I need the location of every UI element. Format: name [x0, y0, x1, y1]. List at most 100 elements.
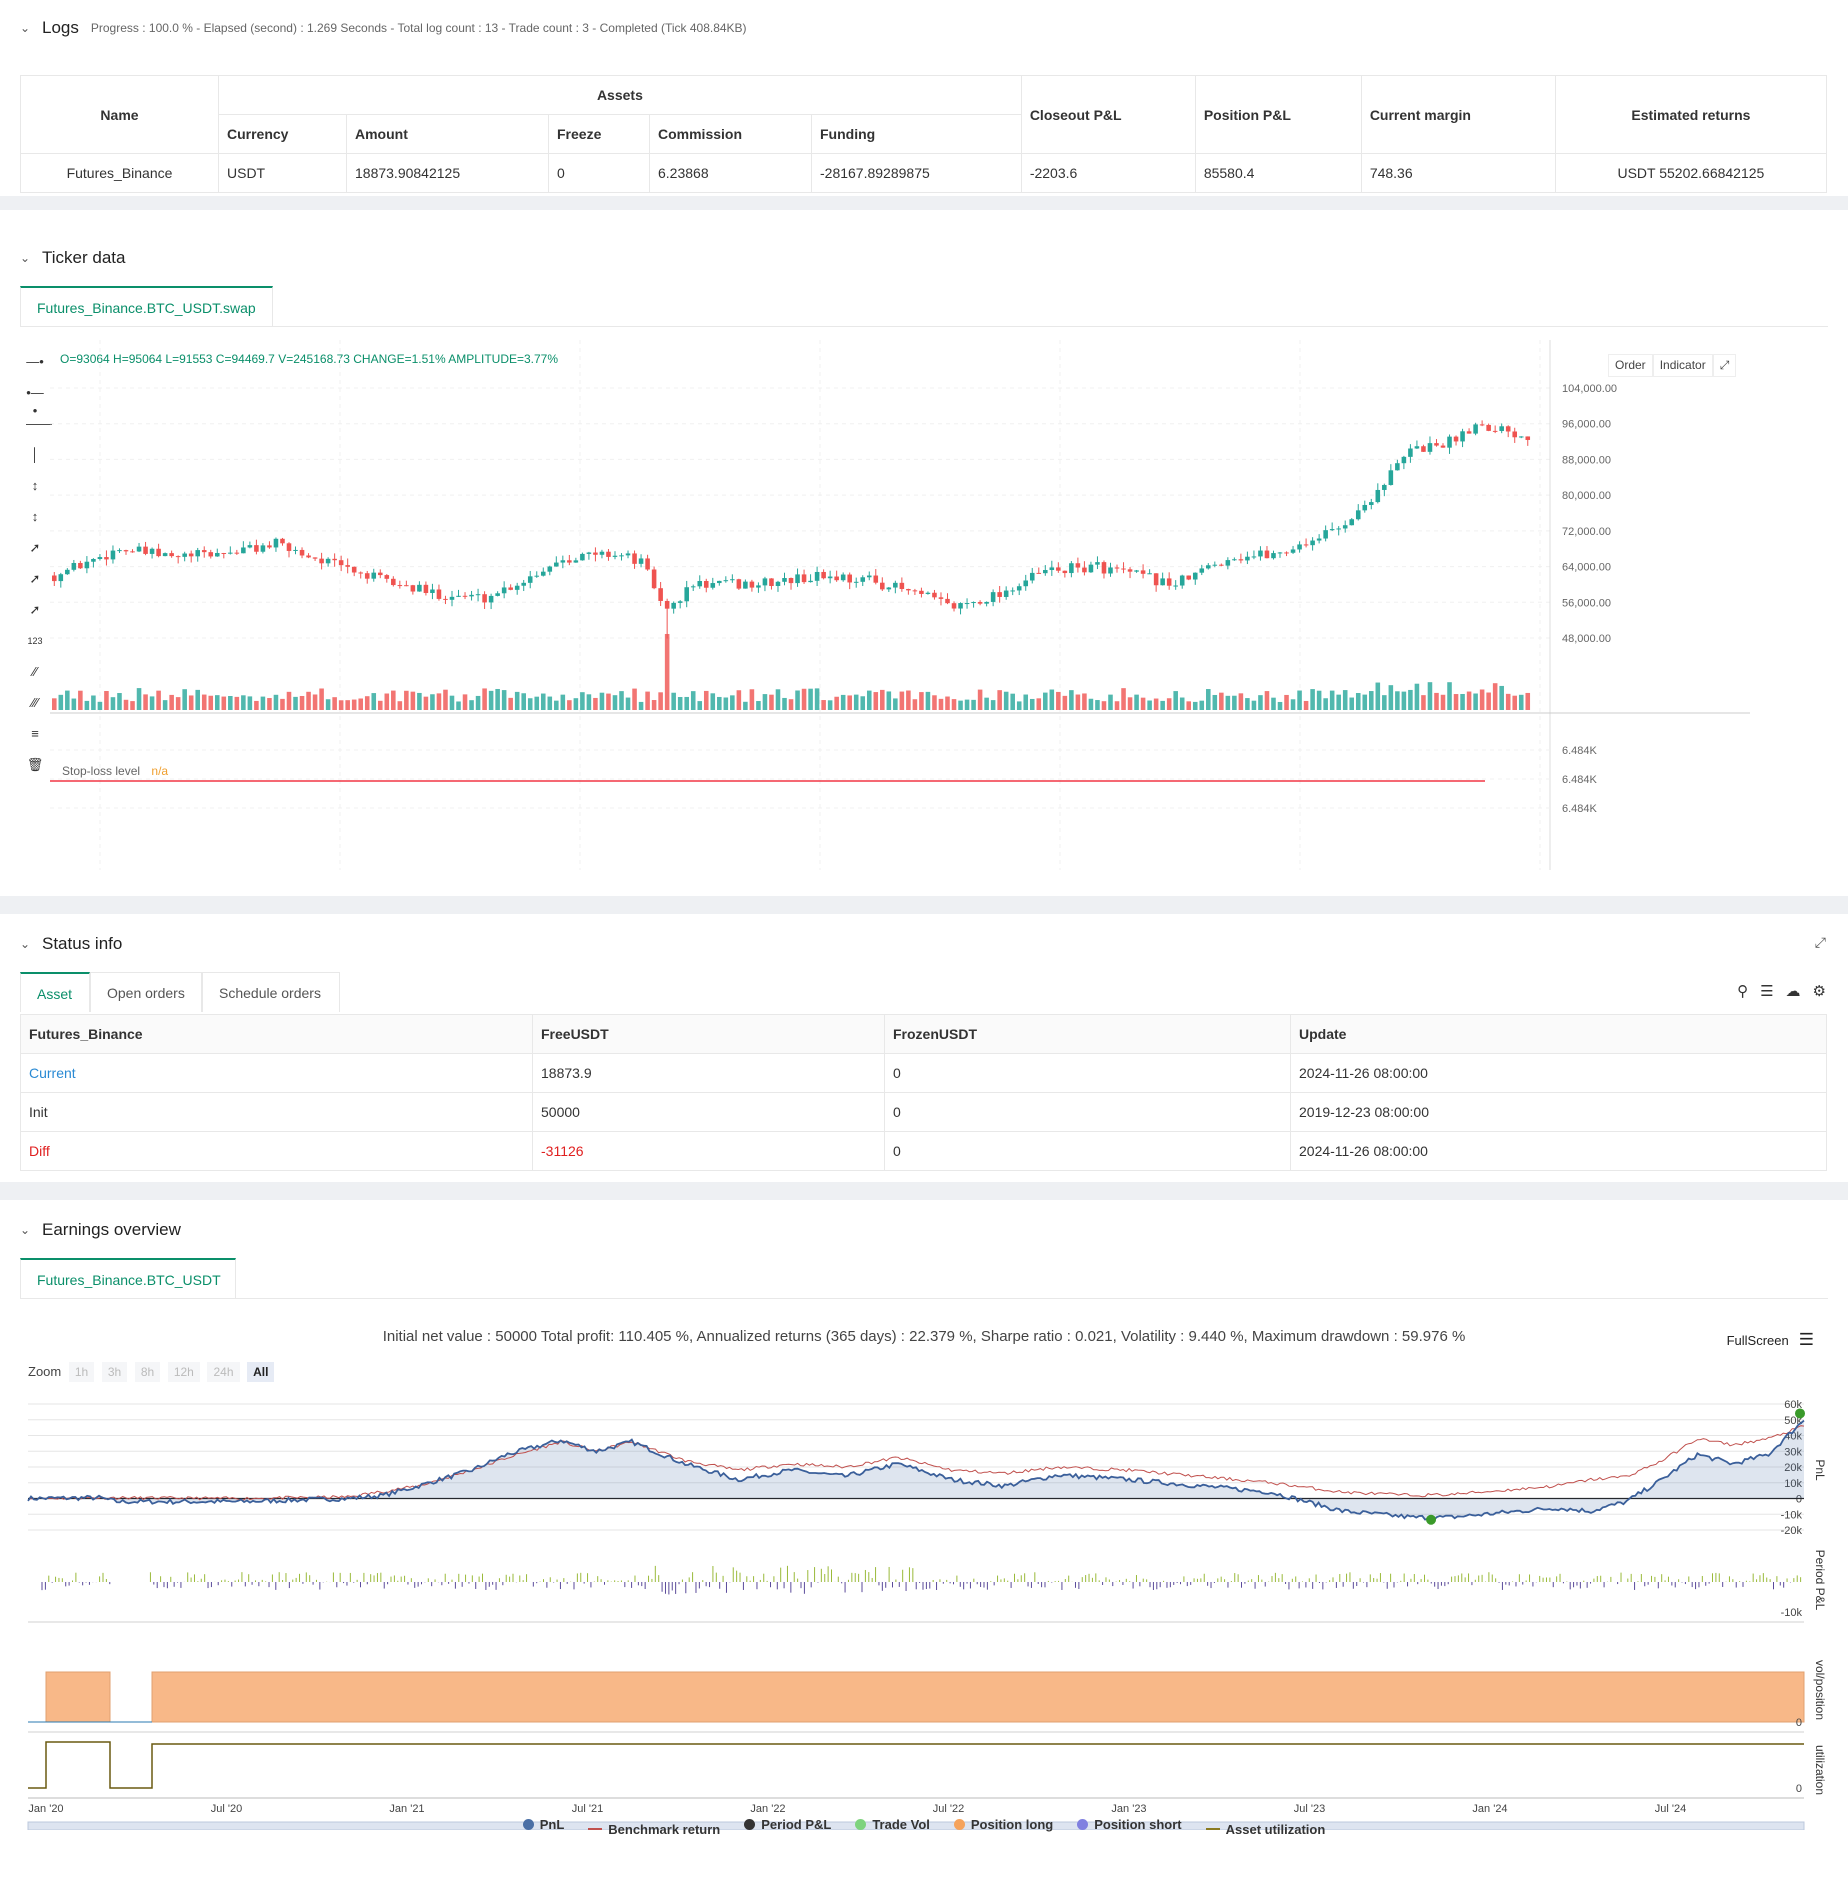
volume-bar: [743, 701, 748, 710]
volume-bar: [130, 701, 135, 710]
volume-bar: [1297, 690, 1302, 710]
candle-body: [971, 602, 976, 604]
tab-btc-usdt[interactable]: Futures_Binance.BTC_USDT: [20, 1258, 236, 1298]
candlestick-chart[interactable]: 104,000.00 96,000.00 88,000.00 80,000.00 72,…: [50, 340, 1760, 870]
candle-body: [214, 552, 220, 557]
ray-line-icon[interactable]: ➚: [26, 570, 44, 588]
trend-line-icon[interactable]: ➚: [26, 539, 44, 557]
row-label: Init: [20, 1092, 533, 1132]
zoom-1h[interactable]: 1h: [68, 1362, 95, 1382]
legend-item[interactable]: Trade Vol: [855, 1817, 930, 1832]
volume-bar: [599, 692, 605, 710]
zoom-3h[interactable]: 3h: [101, 1362, 128, 1382]
ticker-title: Ticker data: [42, 248, 126, 267]
candle-body: [690, 586, 696, 588]
candle-body: [893, 582, 898, 588]
tab-asset[interactable]: Asset: [20, 972, 90, 1012]
earnings-chart[interactable]: 60k50k40k30k20k10k0-10k-20k-10k00Jan '20…: [0, 1390, 1848, 1830]
zoom-label: Zoom: [28, 1364, 62, 1379]
zoom-12h[interactable]: 12h: [167, 1362, 200, 1382]
logs-header[interactable]: ⌄ Logs Progress : 100.0 % - Elapsed (sec…: [20, 18, 747, 38]
chevron-down-icon[interactable]: ⌄: [20, 937, 42, 951]
volume-bar: [469, 700, 474, 710]
candle-body: [886, 587, 892, 590]
menu-icon[interactable]: ☰: [1799, 1330, 1814, 1350]
trash-icon[interactable]: 🗑: [26, 756, 44, 774]
candle-body: [449, 596, 455, 600]
candle-body: [110, 550, 116, 560]
earnings-header[interactable]: ⌄ Earnings overview: [20, 1220, 181, 1240]
zoom-24h[interactable]: 24h: [207, 1362, 240, 1382]
horizontal-line-icon[interactable]: •—•: [26, 384, 44, 418]
fib-lines-icon[interactable]: ≡: [26, 725, 44, 743]
gear-icon[interactable]: ⚙: [1813, 982, 1826, 1000]
legend-item[interactable]: PnL: [522, 1817, 564, 1832]
candle-body: [697, 580, 703, 587]
volume-bar: [52, 698, 57, 710]
legend-item[interactable]: Period P&L: [744, 1817, 831, 1832]
candle-body: [814, 571, 820, 581]
tab-open-orders[interactable]: Open orders: [90, 972, 202, 1012]
tab-btc-usdt-swap[interactable]: Futures_Binance.BTC_USDT.swap: [20, 286, 273, 326]
candle-body: [1499, 426, 1504, 431]
pnl-tick-label: -20k: [1781, 1525, 1803, 1537]
candle-body: [495, 593, 500, 596]
volume-bar: [228, 696, 233, 710]
zoom-8h[interactable]: 8h: [134, 1362, 161, 1382]
candle-body: [293, 549, 298, 551]
candle-body: [977, 602, 983, 604]
cloud-download-icon[interactable]: ☁: [1786, 982, 1801, 1000]
cell-margin: 748.36: [1360, 153, 1556, 193]
vertical-segment-icon[interactable]: ↕: [26, 508, 44, 526]
volume-bar: [78, 690, 83, 710]
volume-bar: [1127, 697, 1133, 710]
y-tick-label: 56,000.00: [1562, 597, 1611, 609]
volume-bar: [417, 692, 422, 710]
chevron-down-icon[interactable]: ⌄: [20, 21, 42, 35]
cell-funding: -28167.89289875: [811, 153, 1022, 193]
volume-bar: [358, 698, 363, 710]
candle-body: [391, 578, 396, 586]
chevron-down-icon[interactable]: ⌄: [20, 251, 42, 265]
candle-body: [1466, 431, 1472, 434]
price-line-icon[interactable]: 123: [26, 632, 44, 650]
volume-bar: [1049, 689, 1055, 710]
legend-item[interactable]: Position long: [953, 1817, 1053, 1832]
candle-body: [384, 575, 390, 579]
chevron-down-icon[interactable]: ⌄: [20, 1223, 42, 1237]
row-label[interactable]: Current: [20, 1053, 533, 1093]
candle-body: [1075, 563, 1081, 568]
candle-body: [221, 552, 227, 554]
horizontal-segment-icon[interactable]: ——: [26, 415, 52, 433]
col-margin: Current margin: [1360, 75, 1556, 154]
search-icon[interactable]: ⚲: [1737, 982, 1748, 1000]
candle-body: [1010, 590, 1015, 592]
ticker-header[interactable]: ⌄ Ticker data: [20, 248, 125, 268]
tab-schedule-orders[interactable]: Schedule orders: [202, 972, 340, 1012]
legend-item[interactable]: Asset utilization: [1205, 1822, 1325, 1837]
collapse-icon[interactable]: ⤢: [1815, 934, 1826, 951]
fullscreen-button[interactable]: FullScreen ☰: [1727, 1330, 1814, 1350]
candle-body: [801, 574, 807, 583]
zoom-all[interactable]: All: [247, 1362, 275, 1382]
volume-bar: [625, 697, 631, 710]
ticker-tabs: Futures_Binance.BTC_USDT.swap: [20, 286, 273, 326]
status-header[interactable]: ⌄ Status info: [20, 934, 122, 954]
vertical-line-icon[interactable]: │: [26, 446, 44, 464]
parallel-channel-icon[interactable]: ∕∕: [26, 663, 44, 681]
sub-tick-label: 6.484K: [1562, 774, 1598, 786]
legend-item[interactable]: Position short: [1077, 1817, 1182, 1832]
volume-bar: [612, 695, 618, 710]
segment-line-icon[interactable]: ➚: [26, 601, 44, 619]
fibonacci-icon[interactable]: ∕∕∕: [26, 694, 44, 712]
candle-body: [1453, 436, 1459, 442]
volume-bar: [671, 692, 676, 710]
candle-body: [540, 571, 546, 576]
legend-item[interactable]: Benchmark return: [588, 1822, 720, 1837]
horizontal-ray-icon[interactable]: —•: [26, 353, 44, 371]
vertical-ray-icon[interactable]: ↕: [26, 477, 44, 495]
list-icon[interactable]: ☰: [1760, 982, 1773, 1000]
candle-body: [527, 576, 533, 583]
volume-bar: [449, 695, 455, 710]
candle-body: [775, 581, 781, 586]
